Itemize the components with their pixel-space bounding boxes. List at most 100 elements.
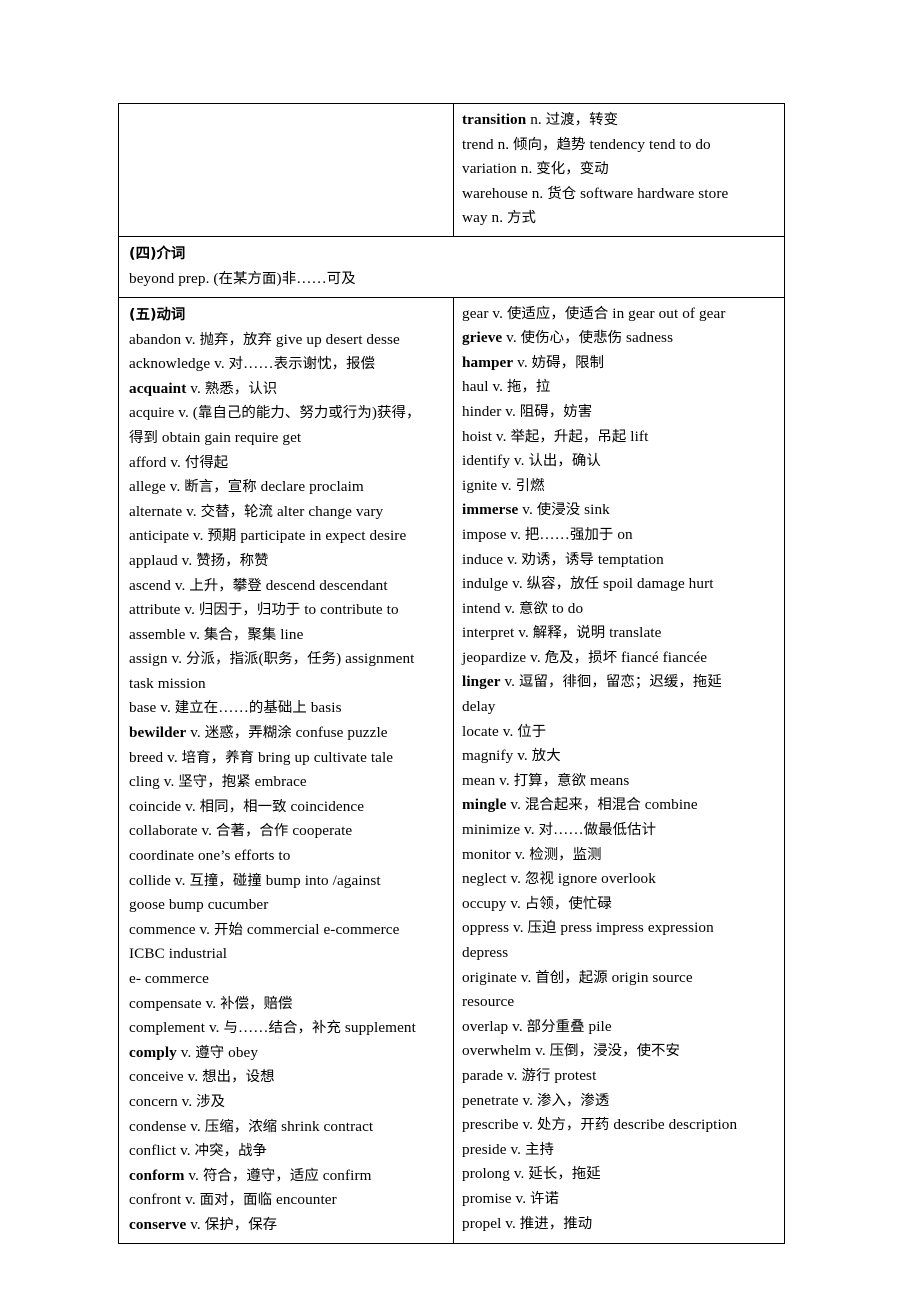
- entry-headword: conform: [129, 1166, 185, 1184]
- entry-body: conflict v. 冲突，战争: [129, 1142, 268, 1160]
- entry-body: depress: [462, 944, 509, 961]
- entry-body: v. 混合起来，相混合 combine: [506, 796, 698, 814]
- noun-tail-right-cell: transition n. 过渡，转变 trend n. 倾向，趋势 tenden…: [453, 103, 785, 237]
- noun-tail-left-cell: [118, 103, 454, 237]
- entry-body: confront v. 面对，面临 encounter: [129, 1191, 337, 1209]
- entry-body: induce v. 劝诱，诱导 temptation: [462, 550, 664, 568]
- section-heading-verbs: (五)动词: [129, 306, 186, 323]
- vocabulary-entry: mean v. 打算，意欲 means: [462, 769, 784, 794]
- vocabulary-entry: variation n. 变化，变动: [462, 157, 784, 182]
- vocabulary-entry: confront v. 面对，面临 encounter: [129, 1188, 453, 1213]
- entry-body: parade v. 游行 protest: [462, 1066, 597, 1084]
- vocabulary-entry: task mission: [129, 672, 453, 697]
- entry-body: goose bump cucumber: [129, 896, 269, 914]
- entry-body: prescribe v. 处方，开药 describe description: [462, 1116, 738, 1134]
- vocabulary-entry: coincide v. 相同，相一致 coincidence: [129, 795, 453, 820]
- entry-body: ascend v. 上升，攀登 descend descendant: [129, 576, 388, 594]
- vocabulary-entry: delay: [462, 695, 784, 720]
- vocabulary-entry: attribute v. 归因于，归功于 to contribute to: [129, 598, 453, 623]
- entry-headword: grieve: [462, 329, 503, 347]
- vocabulary-entry: preside v. 主持: [462, 1138, 784, 1163]
- entry-body: hinder v. 阻碍，妨害: [462, 402, 593, 420]
- entry-body: base v. 建立在……的基础上 basis: [129, 699, 342, 717]
- entry-body: variation n. 变化，变动: [462, 160, 609, 178]
- vocabulary-entry: overlap v. 部分重叠 pile: [462, 1015, 784, 1040]
- entry-body: magnify v. 放大: [462, 747, 561, 765]
- entry-body: acknowledge v. 对……表示谢忱，报偿: [129, 355, 376, 373]
- vocabulary-entry: immerse v. 使浸没 sink: [462, 498, 784, 523]
- entry-body: hoist v. 举起，升起，吊起 lift: [462, 427, 649, 445]
- entry-body: assign v. 分派，指派(职务，任务) assignment: [129, 650, 415, 668]
- vocabulary-entry: warehouse n. 货仓 software hardware store: [462, 182, 784, 207]
- entry-body: allege v. 断言，宣称 declare proclaim: [129, 478, 364, 496]
- vocabulary-entry: base v. 建立在……的基础上 basis: [129, 696, 453, 721]
- entry-body: v. 保护，保存: [186, 1215, 278, 1233]
- vocabulary-entry: compensate v. 补偿，赔偿: [129, 992, 453, 1017]
- vocabulary-entry: linger v. 逗留，徘徊，留恋；迟缓，拖延: [462, 670, 784, 695]
- vocabulary-entry: ICBC industrial: [129, 942, 453, 967]
- entry-headword: transition: [462, 111, 527, 128]
- entry-body: abandon v. 抛弃，放弃 give up desert desse: [129, 330, 400, 348]
- vocabulary-entry: locate v. 位于: [462, 720, 784, 745]
- vocabulary-entry: monitor v. 检测，监测: [462, 843, 784, 868]
- verb-entry-list-right: gear v. 使适应，使适合 in gear out of gear griev…: [462, 302, 784, 1237]
- vocabulary-entry: hamper v. 妨碍，限制: [462, 351, 784, 376]
- vocabulary-entry: way n. 方式: [462, 206, 784, 231]
- vocabulary-entry: hinder v. 阻碍，妨害: [462, 400, 784, 425]
- entry-body: intend v. 意欲 to do: [462, 599, 584, 617]
- section-heading-prepositions: (四)介词: [129, 245, 186, 262]
- vocabulary-entry: goose bump cucumber: [129, 893, 453, 918]
- entry-body: n. 过渡，转变: [526, 111, 619, 128]
- vocabulary-entry: commence v. 开始 commercial e-commerce: [129, 918, 453, 943]
- entry-body: v. 熟悉，认识: [186, 379, 278, 397]
- vocabulary-entry: induce v. 劝诱，诱导 temptation: [462, 548, 784, 573]
- entry-body: penetrate v. 渗入，渗透: [462, 1091, 610, 1109]
- vocabulary-entry: concern v. 涉及: [129, 1090, 453, 1115]
- entry-body: gear v. 使适应，使适合 in gear out of gear: [462, 304, 726, 322]
- vocabulary-entry: gear v. 使适应，使适合 in gear out of gear: [462, 302, 784, 327]
- entry-body: haul v. 拖，拉: [462, 378, 551, 396]
- verb-entry-list-left: abandon v. 抛弃，放弃 give up desert desse ack…: [129, 328, 453, 1238]
- entry-headword: conserve: [129, 1215, 187, 1233]
- vocabulary-entry: neglect v. 忽视 ignore overlook: [462, 867, 784, 892]
- entry-body: neglect v. 忽视 ignore overlook: [462, 870, 656, 888]
- vocabulary-entry: complement v. 与……结合，补充 supplement: [129, 1016, 453, 1041]
- vocabulary-entry: collaborate v. 合著，合作 cooperate: [129, 819, 453, 844]
- vocabulary-entry: penetrate v. 渗入，渗透: [462, 1089, 784, 1114]
- entry-body: compensate v. 补偿，赔偿: [129, 994, 293, 1012]
- entry-body: complement v. 与……结合，补充 supplement: [129, 1019, 416, 1037]
- vocabulary-entry: ascend v. 上升，攀登 descend descendant: [129, 574, 453, 599]
- entry-body: ICBC industrial: [129, 945, 228, 963]
- vocabulary-entry: depress: [462, 941, 784, 966]
- table-row-nouns-tail: transition n. 过渡，转变 trend n. 倾向，趋势 tenden…: [118, 103, 785, 237]
- entry-headword: mingle: [462, 796, 507, 814]
- vocabulary-entry: magnify v. 放大: [462, 744, 784, 769]
- vocabulary-entry: grieve v. 使伤心，使悲伤 sadness: [462, 326, 784, 351]
- vocabulary-entry: identify v. 认出，确认: [462, 449, 784, 474]
- entry-body: delay: [462, 698, 496, 716]
- noun-entry-list: transition n. 过渡，转变 trend n. 倾向，趋势 tenden…: [455, 104, 784, 235]
- vocabulary-entry: propel v. 推进，推动: [462, 1212, 784, 1237]
- entry-body: v. 遵守 obey: [176, 1043, 259, 1061]
- vocabulary-entry: conserve v. 保护，保存: [129, 1213, 453, 1238]
- vocabulary-entry: acquaint v. 熟悉，认识: [129, 377, 453, 402]
- entry-body: jeopardize v. 危及，损坏 fiancé fiancée: [462, 648, 708, 666]
- entry-body: overwhelm v. 压倒，浸没，使不安: [462, 1042, 681, 1060]
- vocabulary-entry: allege v. 断言，宣称 declare proclaim: [129, 475, 453, 500]
- vocabulary-entry: promise v. 许诺: [462, 1187, 784, 1212]
- entry-body: conceive v. 想出，设想: [129, 1068, 275, 1086]
- vocabulary-entry: abandon v. 抛弃，放弃 give up desert desse: [129, 328, 453, 353]
- entry-body: interpret v. 解释，说明 translate: [462, 624, 662, 642]
- vocabulary-entry: cling v. 坚守，抱紧 embrace: [129, 770, 453, 795]
- entry-headword: comply: [129, 1043, 177, 1061]
- entry-body: breed v. 培育，养育 bring up cultivate tale: [129, 748, 394, 766]
- entry-body: v. 迷惑，弄糊涂 confuse puzzle: [186, 724, 388, 742]
- entry-body: trend n. 倾向，趋势 tendency tend to do: [462, 135, 711, 153]
- entry-body: task mission: [129, 674, 206, 692]
- vocabulary-entry: applaud v. 赞扬，称赞: [129, 549, 453, 574]
- vocabulary-entry: hoist v. 举起，升起，吊起 lift: [462, 425, 784, 450]
- entry-body: mean v. 打算，意欲 means: [462, 771, 630, 789]
- entry-body: impose v. 把……强加于 on: [462, 525, 633, 543]
- vocabulary-entry: assign v. 分派，指派(职务，任务) assignment: [129, 647, 453, 672]
- vocabulary-entry: mingle v. 混合起来，相混合 combine: [462, 793, 784, 818]
